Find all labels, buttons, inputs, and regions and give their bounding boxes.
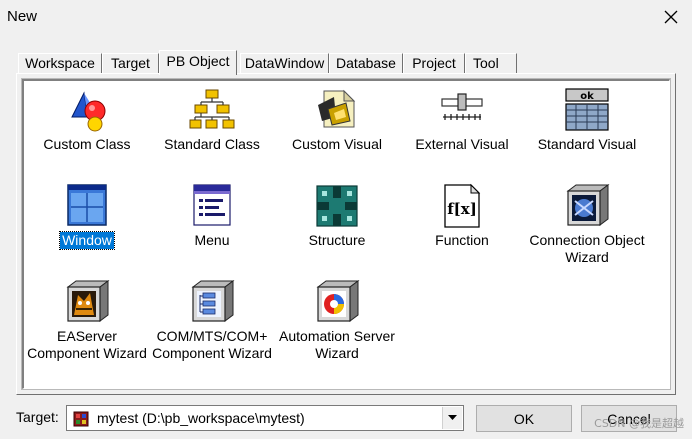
custom-visual-icon	[318, 89, 356, 128]
title-bar: New	[0, 0, 692, 34]
target-dropdown-button[interactable]	[442, 407, 462, 429]
item-com-mts-component-wizard[interactable]: COM/MTS/COM+ Component Wizard	[149, 279, 275, 362]
connection-wizard-icon	[566, 184, 610, 226]
item-external-visual[interactable]: External Visual	[399, 87, 525, 153]
tab-pb-object[interactable]: PB Object	[159, 50, 237, 75]
menu-icon	[193, 184, 231, 226]
watermark: CSDN @我是超越	[594, 417, 684, 430]
item-connection-object-wizard[interactable]: Connection Object Wizard	[524, 183, 650, 266]
item-custom-visual[interactable]: Custom Visual	[274, 87, 400, 153]
tab-target[interactable]: Target	[102, 53, 159, 74]
easerver-wizard-icon	[66, 280, 110, 322]
standard-class-icon	[189, 89, 235, 129]
target-icon	[73, 411, 89, 427]
item-standard-visual[interactable]: ok Standard Visual	[524, 87, 650, 153]
item-window[interactable]: Window	[24, 183, 150, 250]
object-list[interactable]: Custom Class Standard Class Custom Visua…	[21, 78, 671, 390]
window-icon	[67, 184, 107, 226]
target-value: mytest (D:\pb_workspace\mytest)	[97, 410, 305, 426]
svg-text:ok: ok	[580, 91, 594, 102]
automation-wizard-icon	[316, 280, 360, 322]
external-visual-icon	[441, 93, 483, 120]
standard-visual-icon: ok	[565, 88, 609, 131]
target-dropdown[interactable]: mytest (D:\pb_workspace\mytest)	[66, 405, 464, 431]
item-automation-server-wizard[interactable]: Automation Server Wizard	[274, 279, 400, 362]
tab-workspace[interactable]: Workspace	[18, 53, 102, 74]
function-icon: f[x]	[444, 183, 481, 228]
item-structure[interactable]: Structure	[274, 183, 400, 249]
close-button[interactable]	[654, 3, 688, 31]
custom-class-icon	[71, 91, 106, 132]
target-label: Target:	[16, 409, 59, 425]
close-icon	[664, 10, 678, 24]
tab-datawindow[interactable]: DataWindow	[240, 53, 329, 74]
com-wizard-icon	[191, 280, 235, 322]
item-function[interactable]: f[x] Function	[399, 183, 525, 249]
tab-tool[interactable]: Tool	[465, 53, 517, 74]
ok-button[interactable]: OK	[476, 405, 572, 432]
tab-database[interactable]: Database	[329, 53, 403, 74]
structure-icon	[316, 185, 358, 227]
dialog-title: New	[7, 8, 38, 25]
svg-text:f[x]: f[x]	[447, 200, 477, 218]
new-dialog: New Workspace Target PB Object DataWindo…	[0, 0, 692, 439]
tab-page: Custom Class Standard Class Custom Visua…	[16, 73, 676, 395]
item-custom-class[interactable]: Custom Class	[24, 87, 150, 153]
item-standard-class[interactable]: Standard Class	[149, 87, 275, 153]
tab-project[interactable]: Project	[403, 53, 465, 74]
item-easerver-component-wizard[interactable]: EAServer Component Wizard	[24, 279, 150, 362]
chevron-down-icon	[448, 415, 457, 420]
item-menu[interactable]: Menu	[149, 183, 275, 249]
